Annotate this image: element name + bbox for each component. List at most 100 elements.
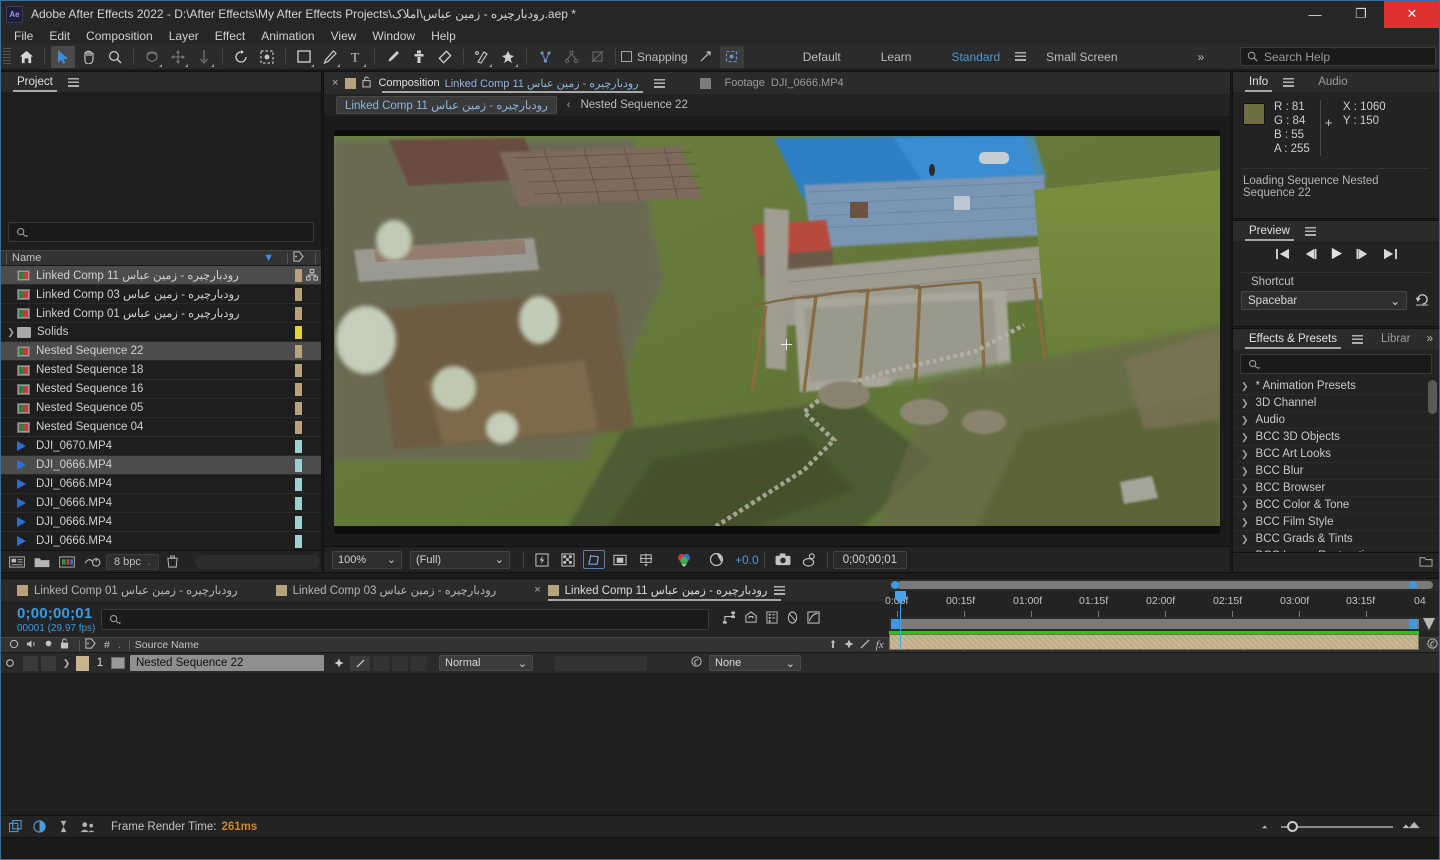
layer-bar-menu-icon[interactable] [1426,637,1439,653]
timeline-menu-icon[interactable] [774,585,786,595]
timeline-nav-end-handle[interactable] [1409,581,1417,589]
composition-mini-flowchart-icon[interactable] [722,611,736,627]
layer-fx-switch[interactable] [373,655,389,671]
layer-solo-toggle[interactable] [41,655,56,671]
tab-audio[interactable]: Audio [1310,72,1355,92]
project-item-row[interactable]: Nested Sequence 04 [1,418,321,437]
timeline-tab-comp-01[interactable]: رودبارچیره - زمین عباس Linked Comp 01 [17,579,252,601]
timeline-nav-bar[interactable] [889,579,1440,591]
effects-category-row[interactable]: ❯ BCC Color & Tone [1233,497,1439,514]
show-snapshot-icon[interactable] [798,550,820,569]
project-item-row[interactable]: DJI_0670.MP4 [1,437,321,456]
fast-previews-icon[interactable] [531,550,553,569]
snap-bounds-icon[interactable] [719,45,744,68]
effects-category-row[interactable]: ❯ BCC 3D Objects [1233,429,1439,446]
team-projects-icon[interactable] [77,818,97,836]
timeline-ruler[interactable]: 0:00f 00:15f 01:00f 01:15f 02:00f 02:15f… [885,591,1440,617]
effects-category-row[interactable]: ❯ 3D Channel [1233,395,1439,412]
label-column-icon[interactable] [293,251,304,265]
work-area-menu-icon[interactable] [1423,618,1435,630]
work-area-start-handle[interactable] [891,619,899,629]
next-frame-icon[interactable] [1356,248,1370,263]
work-area-track[interactable] [895,619,1419,629]
workspace-default[interactable]: Default [803,50,841,64]
effects-category-row[interactable]: ❯ BCC Film Style [1233,514,1439,531]
video-toggle-icon[interactable] [9,639,19,652]
parent-pickwhip-icon[interactable] [685,655,707,671]
puppet-pin-tool-icon[interactable] [496,46,520,68]
maximize-button[interactable]: ❐ [1338,0,1384,28]
project-item-row[interactable]: DJI_0666.MP4 [1,456,321,475]
comp-lock-icon[interactable] [362,76,372,91]
prev-frame-icon[interactable] [1303,248,1317,263]
work-area-end-handle[interactable] [1409,619,1417,629]
project-item-label-swatch[interactable] [295,287,302,301]
tab-preview[interactable]: Preview [1241,221,1298,241]
tab-project[interactable]: Project [9,72,61,92]
layer-trkmat-cell[interactable] [555,655,647,671]
effects-category-row[interactable]: ❯ BCC Grads & Tints [1233,531,1439,548]
source-name-header[interactable]: Source Name [135,639,199,651]
layer-motionblur-switch[interactable] [411,655,427,671]
layer-number-header[interactable]: # [104,639,110,651]
zoom-slider-knob[interactable] [1287,820,1298,832]
color-management-icon[interactable] [29,818,49,836]
composition-viewer[interactable] [324,116,1230,548]
label-swatch-header-icon[interactable] [85,638,96,652]
project-item-label-swatch[interactable] [295,534,302,548]
timeline-search-input[interactable] [101,608,709,630]
play-icon[interactable] [1330,247,1343,263]
project-item-label-swatch[interactable] [295,363,302,377]
workspace-learn[interactable]: Learn [881,50,912,64]
column-name-label[interactable]: Name [12,252,41,264]
magnification-dropdown[interactable]: 100% ⌄ [332,550,402,569]
menu-animation[interactable]: Animation [253,28,322,44]
motion-blur-icon[interactable] [786,611,799,627]
project-item-row[interactable]: Nested Sequence 05 [1,399,321,418]
project-item-row[interactable]: ❯ Solids [1,323,321,342]
project-item-label-swatch[interactable] [295,325,302,339]
graph-editor-icon[interactable] [807,611,820,627]
layer-audio-toggle[interactable] [23,655,38,671]
workspace-standard[interactable]: Standard [951,50,1000,64]
close-button[interactable]: ✕ [1384,0,1440,28]
timeline-layer-row[interactable]: ❯ 1 Nested Sequence 22 Normal ⌄ None ⌄ [1,653,1439,673]
effects-category-row[interactable]: ❯ BCC Browser [1233,480,1439,497]
eraser-tool-icon[interactable] [433,46,457,68]
project-item-row[interactable]: Nested Sequence 18 [1,361,321,380]
chevron-right-icon[interactable]: ❯ [1241,381,1249,392]
menu-window[interactable]: Window [364,28,423,44]
draft-3d-icon[interactable] [744,611,758,627]
timeline-current-time[interactable]: 0;00;00;01 00001 (29.97 fps) [1,605,101,634]
channel-rgb-icon[interactable] [673,550,695,569]
roto-brush-2-icon[interactable] [470,46,494,68]
project-item-label-swatch[interactable] [295,306,302,320]
project-item-label-swatch[interactable] [295,401,302,415]
info-menu-icon[interactable] [1283,77,1295,87]
home-icon[interactable] [14,46,38,68]
preview-menu-icon[interactable] [1304,226,1316,236]
effects-category-row[interactable]: ❯ BCC Blur [1233,463,1439,480]
type-tool-icon[interactable]: T [344,46,368,68]
folder-disclosure-icon[interactable]: ❯ [5,327,17,338]
layer-source-name[interactable]: Nested Sequence 22 [130,655,324,671]
shortcut-select[interactable]: Spacebar ⌄ [1241,291,1407,310]
chevron-right-icon[interactable]: ❯ [1241,466,1249,477]
layer-duration-bar[interactable] [889,634,1419,650]
layer-collapse-switch-icon[interactable] [328,658,350,668]
project-item-row[interactable]: Nested Sequence 16 [1,380,321,399]
project-item-label-swatch[interactable] [295,439,302,453]
lock-toggle-icon[interactable] [60,638,69,652]
comp-settings-icon[interactable] [635,550,657,569]
chevron-right-icon[interactable]: ❯ [1241,432,1249,443]
menu-edit[interactable]: Edit [41,28,78,44]
comp-tab-close-icon[interactable]: × [332,77,338,89]
pan-behind-tool-icon[interactable] [166,46,190,68]
duplicate-frames-icon[interactable] [5,818,25,836]
project-item-row[interactable]: DJI_0666.MP4 [1,513,321,532]
project-item-row[interactable]: رودبارچیره - زمین عباس Linked Comp 01 [1,304,321,323]
project-item-label-swatch[interactable] [295,420,302,434]
chevron-right-icon[interactable]: ❯ [1241,449,1249,460]
composition-menu-icon[interactable] [653,78,665,88]
shy-switch-icon[interactable] [828,639,838,652]
